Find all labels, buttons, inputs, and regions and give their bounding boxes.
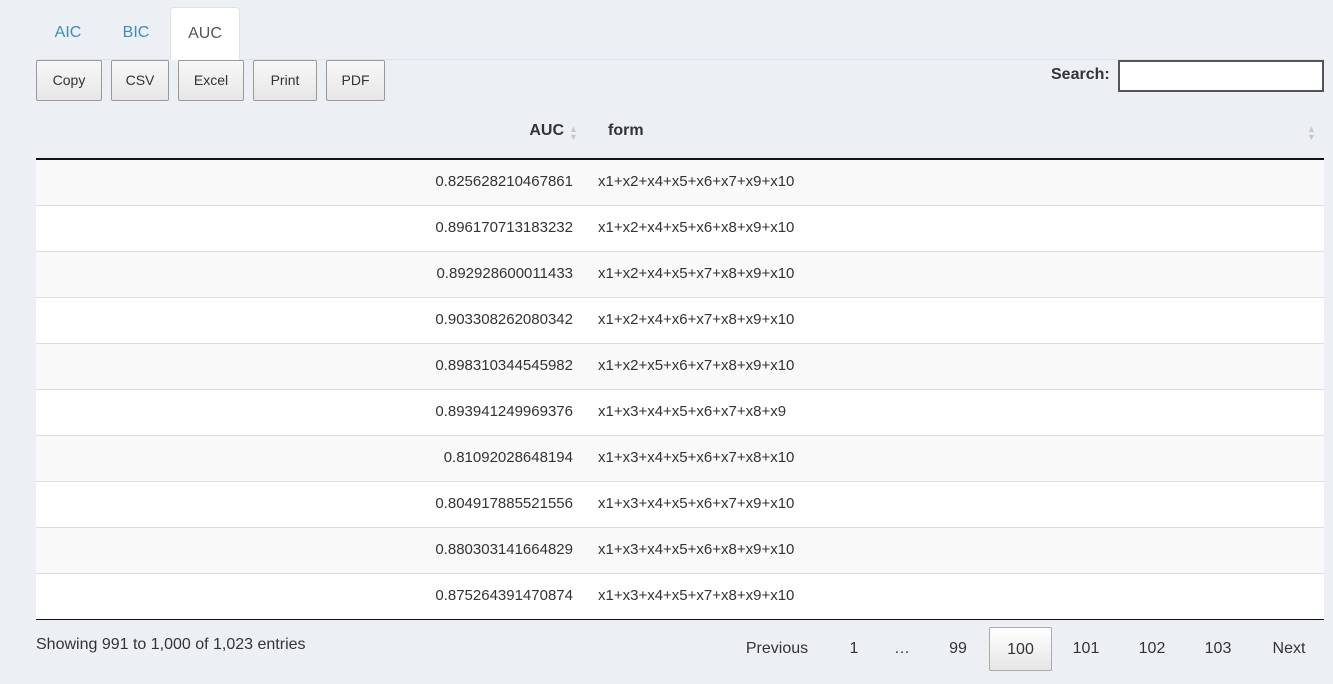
cell-auc: 0.880303141664829 (435, 541, 573, 558)
cell-auc: 0.825628210467861 (435, 173, 573, 190)
cell-form: x1+x2+x4+x6+x7+x8+x9+x10 (598, 311, 795, 328)
results-table: AUC ▲ ▼ form ▲ ▼ 0.825628210467861 x1+x2+x4… (36, 108, 1324, 620)
table-row[interactable]: 0.875264391470874 x1+x3+x4+x5+x7+x8+x9+x1… (36, 574, 1324, 620)
table-row[interactable]: 0.81092028648194 x1+x3+x4+x5+x6+x7+x8+x10 (36, 436, 1324, 482)
copy-button[interactable]: Copy (36, 60, 102, 101)
cell-auc: 0.903308262080342 (435, 311, 573, 328)
table-row[interactable]: 0.804917885521556 x1+x3+x4+x5+x6+x7+x9+x1… (36, 482, 1324, 528)
tab-auc[interactable]: AUC (170, 7, 240, 60)
column-header-form[interactable]: form (608, 122, 644, 140)
csv-button[interactable]: CSV (111, 60, 169, 101)
tab-bic[interactable]: BIC (102, 7, 170, 59)
cell-auc: 0.81092028648194 (443, 449, 573, 466)
table-info: Showing 991 to 1,000 of 1,023 entries (36, 636, 306, 653)
previous-button[interactable]: Previous (730, 627, 824, 671)
cell-auc: 0.875264391470874 (435, 587, 573, 604)
cell-auc: 0.898310344545982 (435, 357, 573, 374)
page-99-button[interactable]: 99 (936, 627, 980, 671)
excel-button[interactable]: Excel (178, 60, 244, 101)
table-row[interactable]: 0.825628210467861 x1+x2+x4+x5+x6+x7+x9+x1… (36, 160, 1324, 206)
cell-form: x1+x3+x4+x5+x6+x7+x9+x10 (598, 495, 795, 512)
search-label: Search: (1051, 66, 1110, 83)
pagination-ellipsis: … (894, 640, 910, 657)
page-102-button[interactable]: 102 (1128, 627, 1176, 671)
table-row[interactable]: 0.893941249969376 x1+x3+x4+x5+x6+x7+x8+x9 (36, 390, 1324, 436)
page-101-button[interactable]: 101 (1062, 627, 1110, 671)
table-header: AUC ▲ ▼ form ▲ ▼ (36, 108, 1324, 160)
pagination: Previous 1 … 99 100 101 102 103 Next (730, 627, 1324, 671)
table-row[interactable]: 0.892928600011433 x1+x2+x4+x5+x7+x8+x9+x1… (36, 252, 1324, 298)
cell-form: x1+x2+x4+x5+x6+x7+x9+x10 (598, 173, 795, 190)
cell-form: x1+x3+x4+x5+x7+x8+x9+x10 (598, 587, 795, 604)
page-103-button[interactable]: 103 (1194, 627, 1242, 671)
table-row[interactable]: 0.898310344545982 x1+x2+x5+x6+x7+x8+x9+x1… (36, 344, 1324, 390)
page-100-button[interactable]: 100 (989, 627, 1052, 671)
cell-form: x1+x2+x5+x6+x7+x8+x9+x10 (598, 357, 795, 374)
cell-form: x1+x3+x4+x5+x6+x8+x9+x10 (598, 541, 795, 558)
cell-auc: 0.892928600011433 (436, 265, 573, 282)
column-header-auc[interactable]: AUC (529, 122, 564, 140)
cell-form: x1+x3+x4+x5+x6+x7+x8+x10 (598, 449, 795, 466)
cell-auc: 0.896170713183232 (435, 219, 573, 236)
pdf-button[interactable]: PDF (326, 60, 385, 101)
tab-aic[interactable]: AIC (36, 7, 100, 59)
next-button[interactable]: Next (1260, 627, 1318, 671)
table-row[interactable]: 0.896170713183232 x1+x2+x4+x5+x6+x8+x9+x1… (36, 206, 1324, 252)
cell-auc: 0.804917885521556 (435, 495, 573, 512)
sort-form-icon[interactable]: ▲ ▼ (1307, 125, 1316, 142)
sort-auc-icon[interactable]: ▲ ▼ (569, 125, 578, 142)
cell-auc: 0.893941249969376 (435, 403, 573, 420)
table-body: 0.825628210467861 x1+x2+x4+x5+x6+x7+x9+x1… (36, 160, 1324, 620)
cell-form: x1+x2+x4+x5+x7+x8+x9+x10 (598, 265, 795, 282)
cell-form: x1+x2+x4+x5+x6+x8+x9+x10 (598, 219, 795, 236)
table-row[interactable]: 0.880303141664829 x1+x3+x4+x5+x6+x8+x9+x1… (36, 528, 1324, 574)
page-1-button[interactable]: 1 (834, 627, 874, 671)
print-button[interactable]: Print (253, 60, 317, 101)
tab-bar: AIC BIC AUC (36, 7, 1324, 60)
table-row[interactable]: 0.903308262080342 x1+x2+x4+x6+x7+x8+x9+x1… (36, 298, 1324, 344)
cell-form: x1+x3+x4+x5+x6+x7+x8+x9 (598, 403, 787, 420)
search-input[interactable] (1118, 60, 1324, 92)
